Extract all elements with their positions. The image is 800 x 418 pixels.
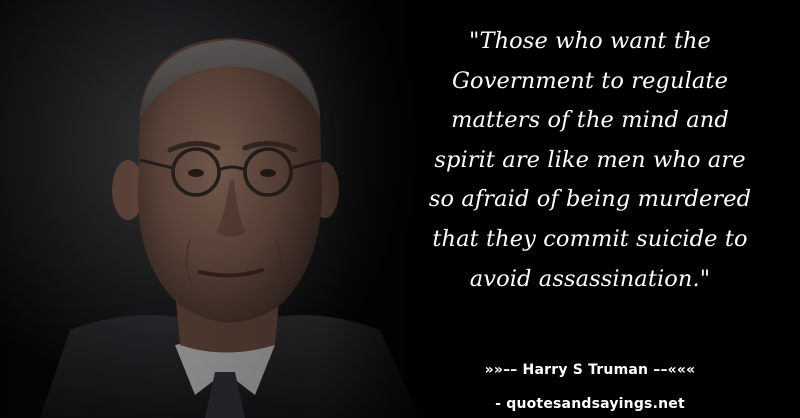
quote-line: matters of the mind and xyxy=(451,107,729,134)
quote-text: "Those who want the Government to regula… xyxy=(400,22,780,299)
quote-line: so afraid of being murdered xyxy=(428,186,752,213)
quote-line: spirit are like men who are xyxy=(434,146,746,173)
quote-line: that they commit suicide to xyxy=(432,225,748,252)
quote-line: Government to regulate xyxy=(451,67,728,94)
site-watermark: - quotesandsayings.net xyxy=(495,396,685,412)
quote-line: "Those who want the xyxy=(469,28,711,54)
portrait-photo xyxy=(0,0,430,418)
quote-image: "Those who want the Government to regula… xyxy=(0,0,800,418)
quote-author: »»–– Harry S Truman ––««« xyxy=(484,362,696,378)
quote-line: avoid assassination." xyxy=(469,265,711,292)
